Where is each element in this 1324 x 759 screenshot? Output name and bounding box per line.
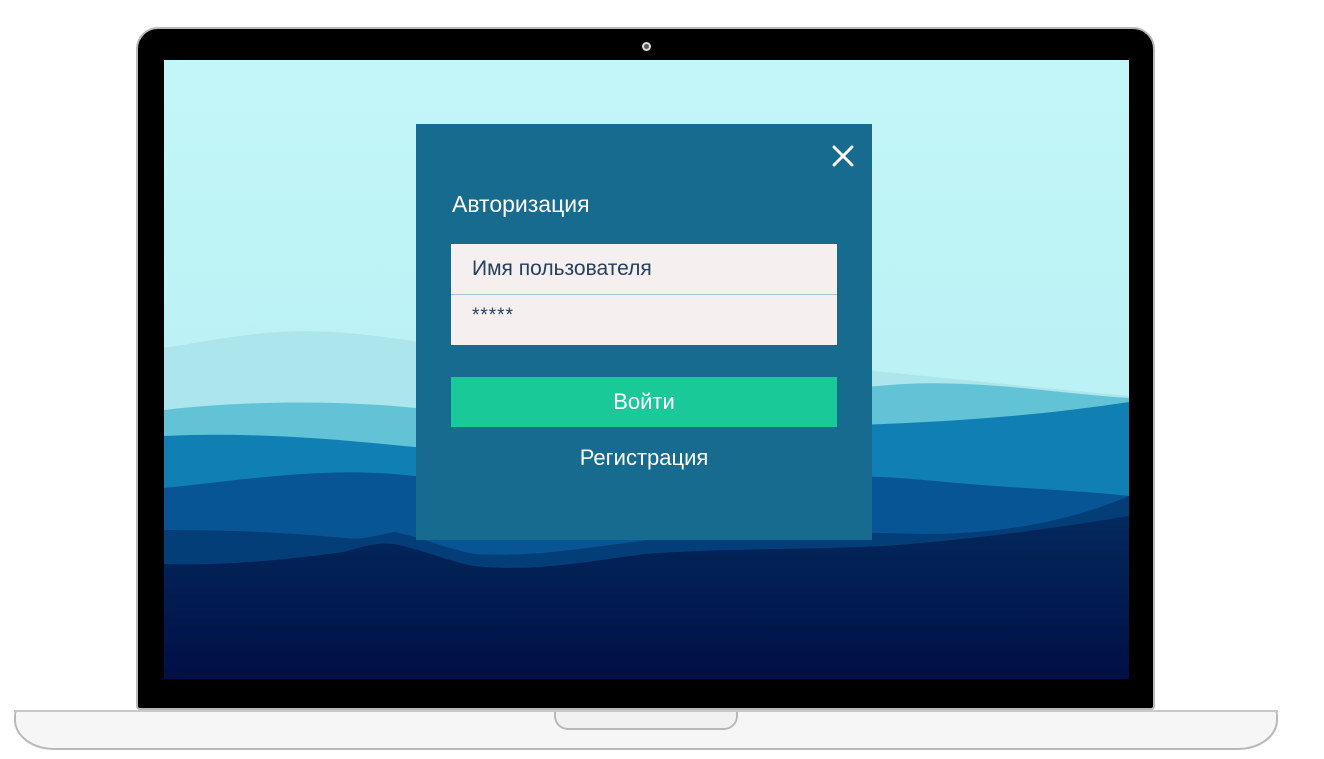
close-button[interactable] [829, 142, 857, 170]
laptop-screen: Авторизация Имя пользователя ***** Войти… [164, 60, 1129, 679]
dialog-title: Авторизация [452, 191, 590, 217]
register-link[interactable]: Регистрация [451, 444, 837, 472]
close-icon [832, 145, 854, 167]
laptop-notch [554, 712, 738, 730]
camera-dot [642, 42, 651, 51]
login-button[interactable]: Войти [451, 377, 837, 427]
password-input[interactable] [451, 295, 837, 345]
credentials-group: Имя пользователя ***** [451, 244, 837, 345]
username-input[interactable] [451, 244, 837, 294]
login-dialog: Авторизация Имя пользователя ***** Войти… [416, 124, 872, 540]
